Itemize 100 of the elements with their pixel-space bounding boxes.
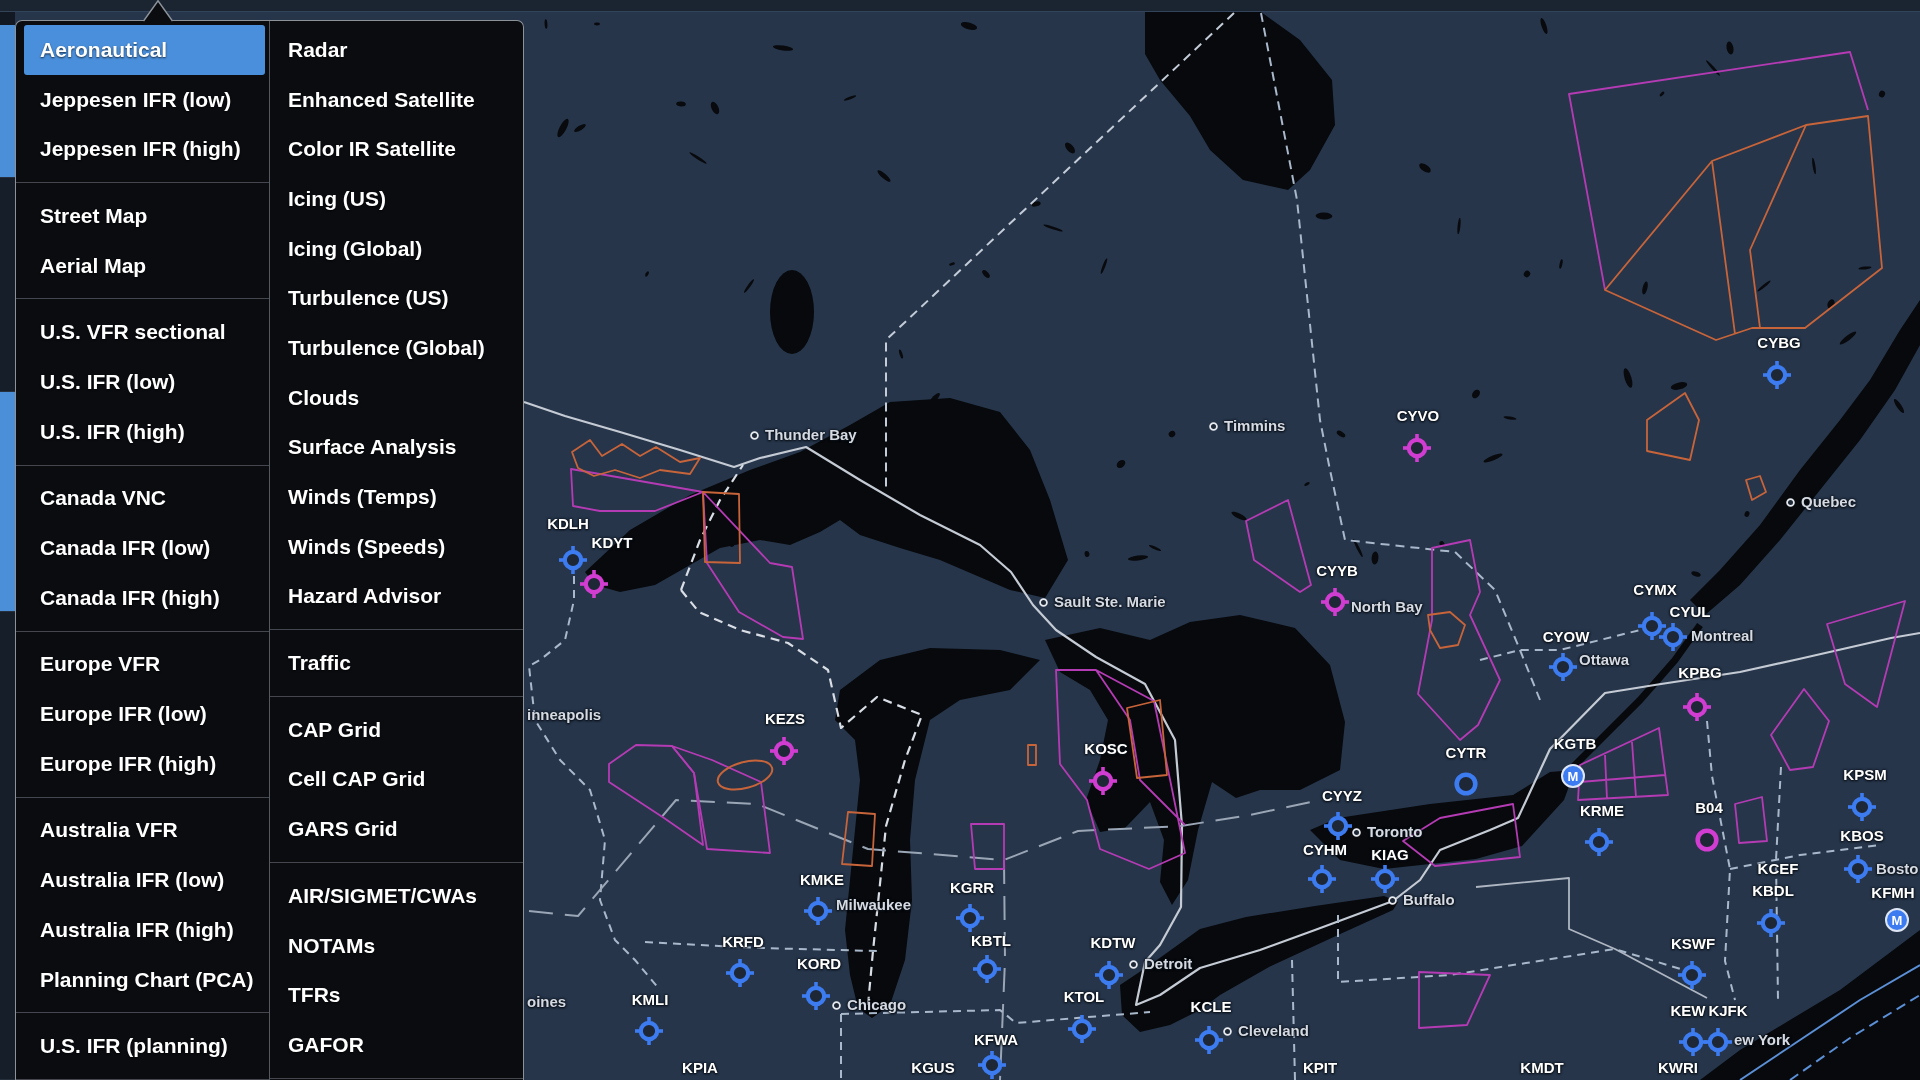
crosshair-icon[interactable] (559, 546, 587, 574)
menu-item[interactable]: Jeppesen IFR (low) (24, 74, 265, 125)
menu-item[interactable]: Surface Analysis (272, 422, 519, 473)
menu-item[interactable]: Icing (Global) (272, 223, 519, 274)
city-label: North Bay (1351, 598, 1423, 616)
crosshair-icon[interactable] (1371, 865, 1399, 893)
airport-code-label: CYBG (1757, 334, 1801, 352)
airport-code-label: KDTW (1090, 934, 1136, 952)
city-label: inneapolis (527, 706, 602, 724)
pond-shape (1043, 224, 1063, 232)
crosshair-icon[interactable] (1763, 361, 1791, 389)
crosshair-icon[interactable] (1068, 1015, 1096, 1043)
menu-item[interactable]: Cell CAP Grid (272, 754, 519, 805)
menu-item[interactable]: U.S. IFR (planning) (24, 1021, 265, 1072)
menu-item[interactable]: Turbulence (US) (272, 273, 519, 324)
airport-code-label: CYTR (1445, 744, 1487, 762)
menu-item[interactable]: Australia VFR (24, 805, 265, 856)
crosshair-icon[interactable] (1324, 812, 1352, 840)
pond-shape (1353, 538, 1363, 558)
crosshair-icon[interactable] (1678, 961, 1706, 989)
menu-item[interactable]: U.S. VFR sectional (24, 307, 265, 358)
crosshair-icon[interactable] (973, 955, 1001, 983)
menu-item[interactable]: AIR/SIGMET/CWAs (272, 871, 519, 921)
menu-item[interactable]: TFRs (272, 970, 519, 1021)
ring-icon[interactable] (1695, 828, 1719, 852)
menu-item[interactable]: GAFOR (272, 1020, 519, 1070)
airport-badge[interactable]: M (1561, 764, 1585, 788)
airport-code-label: CYYZ (1322, 787, 1362, 805)
airport-code-label: KCLE (1190, 998, 1232, 1016)
city-label: Timmins (1224, 417, 1286, 435)
airport-badge[interactable]: M (1885, 908, 1909, 932)
pond-shape (1371, 551, 1379, 565)
crosshair-icon[interactable] (1704, 1028, 1732, 1056)
menu-item[interactable]: Aerial Map (24, 240, 265, 291)
menu-item[interactable]: Jeppesen IFR (high) (24, 124, 265, 175)
menu-item[interactable]: Icing (US) (272, 174, 519, 224)
pond-shape (1336, 430, 1346, 438)
crosshair-icon[interactable] (1549, 653, 1577, 681)
menu-item[interactable]: U.S. IFR (high) (24, 406, 265, 457)
crosshair-icon[interactable] (1683, 693, 1711, 721)
pond-shape (1100, 258, 1108, 274)
menu-item[interactable]: CAP Grid (272, 704, 519, 755)
menu-item[interactable]: Traffic (272, 638, 519, 688)
menu-item[interactable]: U.S. IFR (low) (24, 357, 265, 407)
menu-item[interactable]: Canada IFR (high) (24, 572, 265, 623)
ring-icon[interactable] (1454, 772, 1478, 796)
pond-shape (645, 271, 649, 277)
menu-item[interactable]: Planning Chart (PCA) (24, 954, 265, 1005)
pond-shape (1858, 266, 1872, 270)
menu-item[interactable]: Winds (Speeds) (272, 521, 519, 572)
menu-item[interactable]: Europe IFR (high) (24, 738, 265, 789)
menu-item[interactable]: Canada IFR (low) (24, 523, 265, 573)
crosshair-icon[interactable] (726, 959, 754, 987)
crosshair-icon[interactable] (1195, 1026, 1223, 1054)
airport-code-label: KFMH (1871, 884, 1915, 902)
menu-item[interactable]: Color IR Satellite (272, 124, 519, 175)
pond-shape (1439, 541, 1445, 547)
crosshair-icon[interactable] (1585, 828, 1613, 856)
airport-code-label: KPIT (1302, 1059, 1338, 1077)
crosshair-icon[interactable] (1308, 865, 1336, 893)
menu-item[interactable]: Street Map (24, 191, 265, 241)
crosshair-icon[interactable] (1848, 793, 1876, 821)
crosshair-icon[interactable] (580, 570, 608, 598)
crosshair-icon[interactable] (1844, 855, 1872, 883)
pond-shape (1670, 382, 1688, 390)
crosshair-icon[interactable] (1403, 434, 1431, 462)
menu-item[interactable]: Clouds (272, 372, 519, 423)
airport-code-label: KTOL (1063, 988, 1105, 1006)
crosshair-icon[interactable] (1638, 612, 1666, 640)
pond-shape (877, 170, 891, 182)
airport-code-label: CYYB (1316, 562, 1358, 580)
menu-item[interactable]: NOTAMs (272, 920, 519, 971)
menu-item[interactable]: Hazard Advisor (272, 571, 519, 622)
menu-item[interactable]: Radar (272, 25, 519, 75)
airport-code-label: KGRR (949, 879, 995, 897)
menu-item[interactable]: Canada VNC (24, 473, 265, 524)
crosshair-icon[interactable] (1089, 767, 1117, 795)
crosshair-icon[interactable] (1679, 1028, 1707, 1056)
crosshair-icon[interactable] (635, 1017, 663, 1045)
crosshair-icon[interactable] (978, 1051, 1006, 1079)
menu-item[interactable]: GARS Grid (272, 804, 519, 854)
menu-item[interactable]: Enhanced Satellite (272, 74, 519, 125)
menu-item[interactable]: Australia IFR (high) (24, 905, 265, 955)
menu-item[interactable]: Turbulence (Global) (272, 323, 519, 373)
crosshair-icon[interactable] (802, 982, 830, 1010)
crosshair-icon[interactable] (770, 737, 798, 765)
menu-item[interactable]: Winds (Temps) (272, 472, 519, 522)
crosshair-icon[interactable] (1321, 588, 1349, 616)
crosshair-icon[interactable] (1659, 623, 1687, 651)
menu-item[interactable]: Australia IFR (low) (24, 855, 265, 905)
pond-shape (743, 279, 755, 293)
crosshair-icon[interactable] (1757, 909, 1785, 937)
menu-item[interactable]: Europe VFR (24, 639, 265, 690)
crosshair-icon[interactable] (1095, 961, 1123, 989)
crosshair-icon[interactable] (804, 897, 832, 925)
crosshair-icon[interactable] (956, 904, 984, 932)
pond-shape (1231, 511, 1247, 521)
pond-shape (1827, 299, 1835, 309)
pond-shape (676, 101, 686, 107)
menu-item[interactable]: Europe IFR (low) (24, 689, 265, 739)
